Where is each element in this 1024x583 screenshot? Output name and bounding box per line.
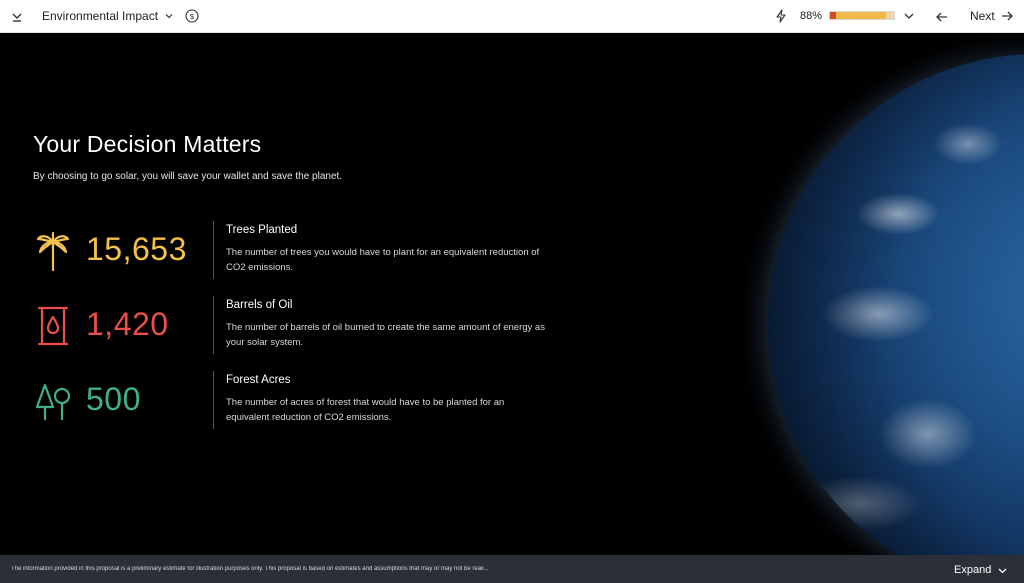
metric-title: Forest Acres (226, 374, 291, 386)
metric-barrels-of-oil: 1,420 Barrels of Oil The number of barre… (33, 296, 553, 358)
metric-trees-planted: 15,653 Trees Planted The number of trees… (33, 221, 553, 283)
forward-arrow-icon (1000, 9, 1014, 23)
earth-image (768, 54, 1024, 555)
lightning-bolt-icon (773, 8, 789, 24)
progress-bar-fill (830, 12, 887, 19)
section-title: Environmental Impact (42, 9, 159, 23)
progress-percent: 88% (800, 10, 823, 22)
chevron-down-icon (997, 565, 1008, 576)
metric-title: Barrels of Oil (226, 299, 293, 311)
top-bar: Environmental Impact $ 88% Next (0, 0, 1024, 33)
dollar-circle-icon[interactable]: $ (184, 8, 200, 24)
page-title: Your Decision Matters (33, 131, 262, 157)
metric-value: 15,653 (86, 231, 187, 267)
chevron-down-icon (164, 11, 174, 21)
page-subtitle: By choosing to go solar, you will save y… (33, 171, 343, 182)
metric-description: The number of trees you would have to pl… (226, 247, 540, 273)
next-button[interactable]: Next (970, 9, 1014, 23)
metric-value: 500 (86, 381, 141, 417)
metric-value: 1,420 (86, 306, 169, 342)
collapse-chevron-icon[interactable] (8, 8, 26, 26)
back-arrow-icon[interactable] (933, 8, 951, 26)
metric-divider (213, 221, 214, 279)
metric-title: Trees Planted (226, 224, 298, 236)
metric-divider (213, 296, 214, 354)
section-dropdown[interactable]: Environmental Impact (42, 9, 174, 23)
oil-barrel-icon (33, 306, 73, 346)
disclaimer-bar: The information provided in this proposa… (0, 555, 1024, 583)
progress-chevron-down-icon[interactable] (902, 9, 916, 23)
disclaimer-text: The information provided in this proposa… (11, 566, 489, 572)
next-label: Next (970, 9, 995, 23)
expand-label: Expand (954, 564, 992, 576)
metric-divider (213, 371, 214, 429)
progress-bar (829, 11, 895, 20)
metric-description: The number of barrels of oil burned to c… (226, 322, 545, 348)
metric-description: The number of acres of forest that would… (226, 397, 505, 423)
svg-text:$: $ (189, 12, 194, 21)
palm-tree-icon (33, 231, 73, 272)
metric-forest-acres: 500 Forest Acres The number of acres of … (33, 371, 553, 433)
expand-button[interactable]: Expand (954, 564, 1008, 576)
progress-bar-start (830, 12, 836, 19)
forest-trees-icon (33, 381, 73, 421)
main-panel: Your Decision Matters By choosing to go … (0, 34, 1024, 555)
